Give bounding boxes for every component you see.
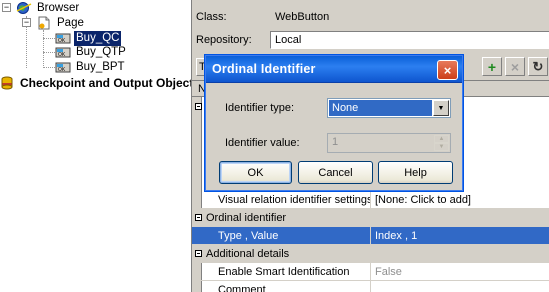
refresh-icon: ↻ (532, 58, 544, 74)
tree-label-checkpoints: Checkpoint and Output Objects (20, 75, 201, 90)
table-row[interactable]: Type , Value Index , 1 (192, 226, 549, 245)
ok-button[interactable]: OK (219, 161, 292, 184)
repository-value: Local (275, 34, 302, 46)
property-name: Comment (218, 283, 266, 292)
tree-label-buy-bpt: Buy_BPT (76, 60, 125, 73)
table-row[interactable]: Visual relation identifier settings [Non… (192, 190, 549, 209)
repository-field[interactable]: Local (270, 31, 549, 49)
class-field: WebButton (270, 8, 549, 26)
collapse-icon[interactable] (195, 103, 202, 110)
tree-item-buy-bpt[interactable]: OK Buy_BPT (55, 59, 127, 75)
chevron-down-icon[interactable]: ▼ (433, 100, 449, 116)
tree-item-buy-qtp[interactable]: OK Buy_QTP (55, 44, 128, 60)
dialog-title: Ordinal Identifier (212, 62, 316, 76)
help-button[interactable]: Help (378, 161, 453, 184)
identifier-type-value: None (329, 100, 432, 116)
database-icon (0, 76, 14, 90)
page-icon (36, 16, 52, 30)
property-value[interactable]: Index , 1 (370, 226, 549, 245)
svg-text:OK: OK (58, 67, 66, 73)
close-button[interactable]: × (437, 60, 458, 80)
cancel-button[interactable]: Cancel (298, 161, 373, 184)
collapse-icon[interactable] (195, 250, 202, 257)
browser-globe-icon (16, 1, 32, 15)
identifier-type-select[interactable]: None ▼ (327, 98, 451, 118)
repository-label: Repository: (196, 34, 252, 46)
x-icon: × (510, 58, 520, 75)
web-button-icon: OK (55, 31, 71, 45)
plus-icon: + (487, 58, 497, 75)
tree-connector (43, 30, 44, 68)
web-button-icon: OK (55, 60, 71, 74)
tree-label-buy-qtp: Buy_QTP (76, 45, 126, 58)
class-label: Class: (196, 11, 227, 23)
ordinal-identifier-dialog: Ordinal Identifier × Identifier type: No… (204, 54, 464, 192)
identifier-value-spinner[interactable]: 1 ▲ ▼ (327, 133, 451, 153)
identifier-value-text: 1 (332, 136, 339, 148)
dialog-titlebar[interactable]: Ordinal Identifier × (206, 56, 462, 83)
tree-connector (43, 67, 55, 68)
add-property-button[interactable]: + (482, 57, 502, 76)
tree-label-browser: Browser (37, 1, 80, 14)
group-title: Additional details (206, 247, 290, 260)
tree-item-browser[interactable]: − Browser (2, 0, 81, 16)
remove-property-button[interactable]: × (505, 57, 525, 76)
group-row-ordinal[interactable]: Ordinal identifier (192, 209, 549, 227)
ok-button-label: OK (247, 166, 264, 179)
spinner-buttons: ▲ ▼ (434, 135, 449, 151)
identifier-value-label: Identifier value: (225, 137, 300, 149)
property-value[interactable]: [None: Click to add] (370, 190, 549, 209)
object-tree: − Browser − Page OK Buy_QC OK Buy_QTP OK… (0, 0, 200, 292)
identifier-type-label: Identifier type: (225, 102, 295, 114)
spin-down-icon[interactable]: ▼ (434, 143, 449, 151)
help-button-label: Help (404, 166, 427, 179)
refresh-button[interactable]: ↻ (528, 57, 548, 76)
svg-text:OK: OK (58, 52, 66, 58)
table-row[interactable]: Enable Smart Identification False (192, 262, 549, 281)
cancel-button-label: Cancel (318, 166, 353, 179)
table-row[interactable]: Comment (192, 280, 549, 292)
property-name: Type , Value (218, 229, 279, 242)
class-value: WebButton (275, 11, 330, 23)
property-name: Visual relation identifier settings (218, 193, 370, 206)
close-icon: × (443, 62, 452, 78)
collapse-icon[interactable] (195, 214, 202, 221)
property-name: Enable Smart Identification (218, 265, 350, 278)
group-title: Ordinal identifier (206, 211, 287, 224)
tree-item-page[interactable]: − Page (20, 15, 86, 31)
web-button-icon: OK (55, 45, 71, 59)
tree-label-page: Page (57, 16, 84, 29)
collapse-icon[interactable]: − (22, 18, 31, 27)
collapse-icon[interactable]: − (2, 3, 11, 12)
property-value[interactable]: False (370, 262, 549, 281)
tree-item-checkpoints[interactable]: Checkpoint and Output Objects (0, 75, 202, 91)
spin-up-icon[interactable]: ▲ (434, 135, 449, 143)
tree-connector (43, 52, 55, 53)
property-value[interactable] (370, 280, 549, 292)
group-row-additional[interactable]: Additional details (192, 245, 549, 263)
tree-connector (43, 38, 55, 39)
